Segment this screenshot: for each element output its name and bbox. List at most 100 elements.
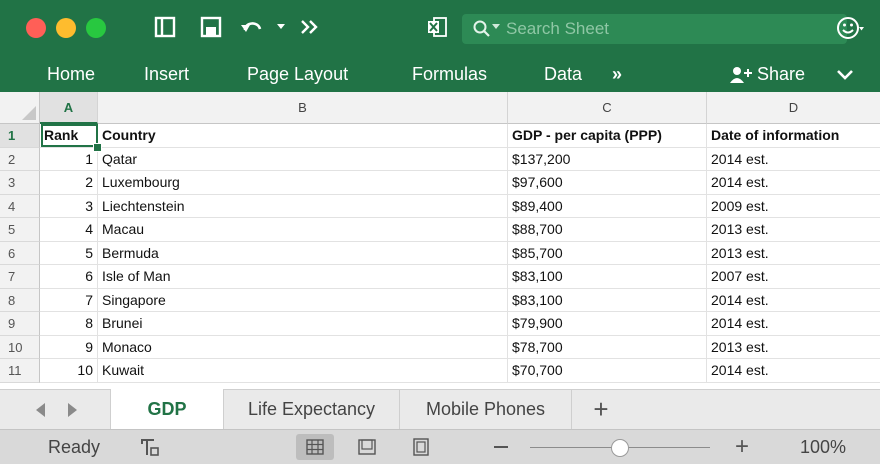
rank-cell[interactable]: 5 xyxy=(40,241,98,265)
select-all-corner[interactable] xyxy=(0,92,40,124)
gdp-cell[interactable]: $83,100 xyxy=(508,265,707,289)
minimize-window-button[interactable] xyxy=(56,18,76,38)
country-cell[interactable]: Singapore xyxy=(98,288,508,312)
gdp-cell[interactable]: $85,700 xyxy=(508,241,707,265)
row-header[interactable]: 9 xyxy=(0,312,40,336)
row-header[interactable]: 2 xyxy=(0,147,40,171)
date-cell[interactable]: 2014 est. xyxy=(707,171,880,195)
sheet-tab-gdp[interactable]: GDP xyxy=(110,389,224,429)
zoom-window-button[interactable] xyxy=(86,18,106,38)
search-field[interactable]: Search Sheet xyxy=(462,14,847,44)
date-cell[interactable]: 2013 est. xyxy=(707,242,880,266)
smiley-icon[interactable] xyxy=(836,14,864,42)
rank-cell[interactable]: 2 xyxy=(40,171,98,195)
rank-cell[interactable]: 3 xyxy=(40,194,98,218)
date-cell[interactable]: 2014 est. xyxy=(707,289,880,313)
date-cell[interactable]: 2013 est. xyxy=(707,218,880,242)
column-header-c[interactable]: C xyxy=(508,92,707,124)
gdp-cell[interactable]: $97,600 xyxy=(508,171,707,195)
ribbon-collapse-chevron-icon[interactable] xyxy=(836,68,856,82)
sheet-tab-mobile-phones[interactable]: Mobile Phones xyxy=(400,389,572,429)
gdp-cell[interactable]: $70,700 xyxy=(508,359,707,383)
fill-handle[interactable] xyxy=(93,143,102,152)
gdp-cell[interactable]: $83,100 xyxy=(508,288,707,312)
rank-cell[interactable]: 6 xyxy=(40,265,98,289)
table-row: 5 Bermuda $85,700 2013 est. xyxy=(40,241,880,266)
zoom-slider-thumb[interactable] xyxy=(611,439,629,457)
undo-dropdown-icon[interactable] xyxy=(268,14,294,40)
row-header[interactable]: 7 xyxy=(0,265,40,289)
normal-view-button[interactable] xyxy=(296,434,334,460)
row-header[interactable]: 1 xyxy=(0,124,40,148)
sheet-tab-life-expectancy[interactable]: Life Expectancy xyxy=(224,389,400,429)
row-header[interactable]: 6 xyxy=(0,241,40,265)
table-row: 8 Brunei $79,900 2014 est. xyxy=(40,312,880,336)
row-header[interactable]: 8 xyxy=(0,288,40,312)
page-break-icon xyxy=(413,438,429,456)
date-cell[interactable]: 2014 est. xyxy=(707,359,880,383)
zoom-out-icon[interactable] xyxy=(494,446,508,448)
sidebar-icon[interactable] xyxy=(152,14,178,40)
gdp-cell[interactable]: $89,400 xyxy=(508,194,707,218)
page-break-view-button[interactable] xyxy=(402,434,440,460)
rank-cell[interactable]: 10 xyxy=(40,359,98,383)
date-cell[interactable]: 2014 est. xyxy=(707,312,880,336)
gdp-cell[interactable]: $88,700 xyxy=(508,218,707,242)
rank-cell[interactable]: 1 xyxy=(40,147,98,171)
status-text: Ready xyxy=(48,437,101,457)
country-cell[interactable]: Isle of Man xyxy=(98,265,508,289)
row-header[interactable]: 5 xyxy=(0,218,40,242)
active-cell-outline xyxy=(41,124,98,147)
save-icon[interactable] xyxy=(198,14,224,40)
zoom-in-icon[interactable]: + xyxy=(735,435,749,459)
undo-icon[interactable] xyxy=(240,14,266,40)
share-button[interactable]: Share xyxy=(730,56,805,92)
column-header-a[interactable]: A xyxy=(40,92,98,124)
tab-page-layout[interactable]: Page Layout xyxy=(247,56,348,92)
row-header[interactable]: 3 xyxy=(0,171,40,195)
gdp-cell[interactable]: $79,900 xyxy=(508,312,707,336)
more-icon[interactable] xyxy=(296,14,322,40)
cell-d1[interactable]: Date of information xyxy=(707,124,880,148)
add-sheet-button[interactable]: + xyxy=(588,396,614,422)
country-cell[interactable]: Bermuda xyxy=(98,241,508,265)
previous-sheet-icon[interactable] xyxy=(36,403,45,417)
close-window-button[interactable] xyxy=(26,18,46,38)
page-layout-view-button[interactable] xyxy=(348,434,386,460)
row-header[interactable]: 10 xyxy=(0,335,40,359)
cell-c1[interactable]: GDP - per capita (PPP) xyxy=(508,124,707,148)
country-cell[interactable]: Liechtenstein xyxy=(98,194,508,218)
zoom-level[interactable]: 100% xyxy=(800,430,846,464)
search-options-caret-icon[interactable] xyxy=(492,24,500,29)
country-cell[interactable]: Kuwait xyxy=(98,359,508,383)
column-header-d[interactable]: D xyxy=(707,92,880,124)
gdp-cell[interactable]: $78,700 xyxy=(508,335,707,359)
date-cell[interactable]: 2013 est. xyxy=(707,336,880,360)
tab-insert[interactable]: Insert xyxy=(144,56,189,92)
macro-record-icon[interactable] xyxy=(138,436,160,458)
rank-cell[interactable]: 9 xyxy=(40,335,98,359)
country-cell[interactable]: Luxembourg xyxy=(98,171,508,195)
cell-b1[interactable]: Country xyxy=(98,124,508,148)
next-sheet-icon[interactable] xyxy=(68,403,77,417)
gdp-cell[interactable]: $137,200 xyxy=(508,147,707,171)
tab-home[interactable]: Home xyxy=(47,56,95,92)
country-cell[interactable]: Monaco xyxy=(98,335,508,359)
row-header[interactable]: 4 xyxy=(0,194,40,218)
rank-cell[interactable]: 4 xyxy=(40,218,98,242)
date-cell[interactable]: 2014 est. xyxy=(707,148,880,172)
country-cell[interactable]: Brunei xyxy=(98,312,508,336)
ribbon-more-tabs[interactable]: » xyxy=(612,56,622,92)
column-header-b[interactable]: B xyxy=(98,92,508,124)
date-cell[interactable]: 2007 est. xyxy=(707,265,880,289)
tab-data[interactable]: Data xyxy=(544,56,582,92)
tab-formulas[interactable]: Formulas xyxy=(412,56,487,92)
country-cell[interactable]: Qatar xyxy=(98,147,508,171)
date-cell[interactable]: 2009 est. xyxy=(707,195,880,219)
row-header[interactable]: 11 xyxy=(0,359,40,383)
spreadsheet-grid[interactable]: A B C D 1 2 3 4 5 6 7 8 9 10 11 Rank Cou… xyxy=(0,92,880,389)
rank-cell[interactable]: 7 xyxy=(40,288,98,312)
country-cell[interactable]: Macau xyxy=(98,218,508,242)
excel-icon xyxy=(424,14,450,40)
rank-cell[interactable]: 8 xyxy=(40,312,98,336)
